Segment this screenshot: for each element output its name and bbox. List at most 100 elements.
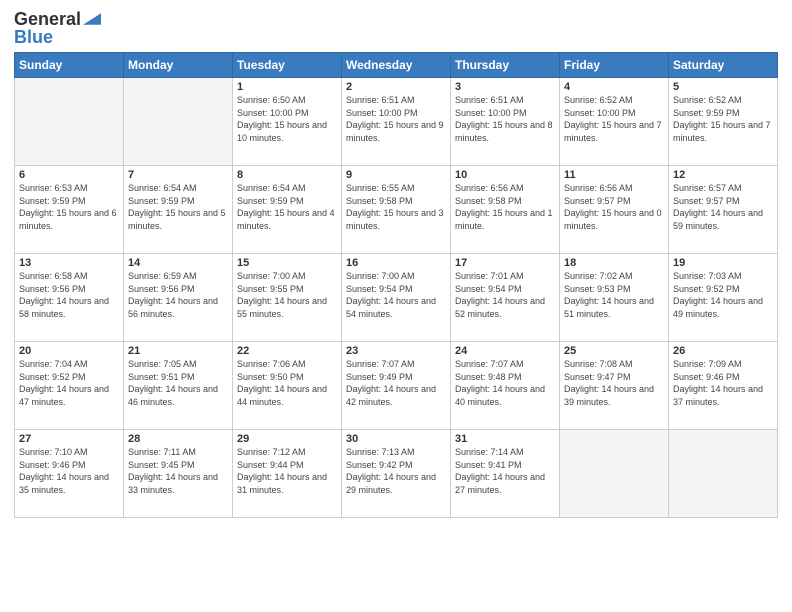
logo-blue-text: Blue	[14, 28, 53, 46]
day-number: 1	[237, 81, 337, 93]
calendar-week-row: 20Sunrise: 7:04 AMSunset: 9:52 PMDayligh…	[15, 342, 778, 430]
calendar-cell: 23Sunrise: 7:07 AMSunset: 9:49 PMDayligh…	[342, 342, 451, 430]
calendar-cell: 20Sunrise: 7:04 AMSunset: 9:52 PMDayligh…	[15, 342, 124, 430]
day-number: 4	[564, 81, 664, 93]
day-number: 21	[128, 345, 228, 357]
day-number: 5	[673, 81, 773, 93]
day-number: 8	[237, 169, 337, 181]
day-number: 28	[128, 433, 228, 445]
day-info: Sunrise: 7:03 AMSunset: 9:52 PMDaylight:…	[673, 270, 773, 320]
day-info: Sunrise: 7:05 AMSunset: 9:51 PMDaylight:…	[128, 358, 228, 408]
calendar-cell: 18Sunrise: 7:02 AMSunset: 9:53 PMDayligh…	[560, 254, 669, 342]
day-info: Sunrise: 6:54 AMSunset: 9:59 PMDaylight:…	[128, 182, 228, 232]
logo-general-text: General	[14, 10, 81, 28]
day-number: 22	[237, 345, 337, 357]
day-number: 7	[128, 169, 228, 181]
day-number: 6	[19, 169, 119, 181]
day-number: 15	[237, 257, 337, 269]
day-number: 13	[19, 257, 119, 269]
day-info: Sunrise: 7:06 AMSunset: 9:50 PMDaylight:…	[237, 358, 337, 408]
day-info: Sunrise: 7:01 AMSunset: 9:54 PMDaylight:…	[455, 270, 555, 320]
day-header: Friday	[560, 53, 669, 78]
day-number: 24	[455, 345, 555, 357]
calendar-cell	[15, 78, 124, 166]
day-info: Sunrise: 7:11 AMSunset: 9:45 PMDaylight:…	[128, 446, 228, 496]
calendar-cell: 2Sunrise: 6:51 AMSunset: 10:00 PMDayligh…	[342, 78, 451, 166]
day-info: Sunrise: 6:59 AMSunset: 9:56 PMDaylight:…	[128, 270, 228, 320]
calendar-cell: 12Sunrise: 6:57 AMSunset: 9:57 PMDayligh…	[669, 166, 778, 254]
day-info: Sunrise: 6:53 AMSunset: 9:59 PMDaylight:…	[19, 182, 119, 232]
calendar-cell: 7Sunrise: 6:54 AMSunset: 9:59 PMDaylight…	[124, 166, 233, 254]
day-number: 30	[346, 433, 446, 445]
day-info: Sunrise: 7:13 AMSunset: 9:42 PMDaylight:…	[346, 446, 446, 496]
day-info: Sunrise: 6:56 AMSunset: 9:58 PMDaylight:…	[455, 182, 555, 232]
calendar-week-row: 27Sunrise: 7:10 AMSunset: 9:46 PMDayligh…	[15, 430, 778, 518]
day-info: Sunrise: 6:51 AMSunset: 10:00 PMDaylight…	[455, 94, 555, 144]
logo: General Blue	[14, 10, 101, 46]
day-info: Sunrise: 6:52 AMSunset: 10:00 PMDaylight…	[564, 94, 664, 144]
logo-icon	[83, 12, 101, 26]
calendar-cell: 15Sunrise: 7:00 AMSunset: 9:55 PMDayligh…	[233, 254, 342, 342]
day-number: 17	[455, 257, 555, 269]
day-info: Sunrise: 6:50 AMSunset: 10:00 PMDaylight…	[237, 94, 337, 144]
day-number: 12	[673, 169, 773, 181]
calendar-cell: 28Sunrise: 7:11 AMSunset: 9:45 PMDayligh…	[124, 430, 233, 518]
calendar-cell: 27Sunrise: 7:10 AMSunset: 9:46 PMDayligh…	[15, 430, 124, 518]
calendar-cell: 5Sunrise: 6:52 AMSunset: 9:59 PMDaylight…	[669, 78, 778, 166]
day-number: 27	[19, 433, 119, 445]
calendar-cell: 16Sunrise: 7:00 AMSunset: 9:54 PMDayligh…	[342, 254, 451, 342]
day-header: Saturday	[669, 53, 778, 78]
day-info: Sunrise: 7:04 AMSunset: 9:52 PMDaylight:…	[19, 358, 119, 408]
calendar-cell: 6Sunrise: 6:53 AMSunset: 9:59 PMDaylight…	[15, 166, 124, 254]
day-number: 14	[128, 257, 228, 269]
day-info: Sunrise: 7:02 AMSunset: 9:53 PMDaylight:…	[564, 270, 664, 320]
day-header: Wednesday	[342, 53, 451, 78]
day-number: 16	[346, 257, 446, 269]
day-info: Sunrise: 7:09 AMSunset: 9:46 PMDaylight:…	[673, 358, 773, 408]
day-info: Sunrise: 6:55 AMSunset: 9:58 PMDaylight:…	[346, 182, 446, 232]
day-header: Tuesday	[233, 53, 342, 78]
calendar-cell: 8Sunrise: 6:54 AMSunset: 9:59 PMDaylight…	[233, 166, 342, 254]
calendar-cell: 22Sunrise: 7:06 AMSunset: 9:50 PMDayligh…	[233, 342, 342, 430]
day-info: Sunrise: 7:07 AMSunset: 9:49 PMDaylight:…	[346, 358, 446, 408]
calendar-cell: 9Sunrise: 6:55 AMSunset: 9:58 PMDaylight…	[342, 166, 451, 254]
calendar-cell: 29Sunrise: 7:12 AMSunset: 9:44 PMDayligh…	[233, 430, 342, 518]
day-number: 26	[673, 345, 773, 357]
calendar-week-row: 6Sunrise: 6:53 AMSunset: 9:59 PMDaylight…	[15, 166, 778, 254]
day-info: Sunrise: 7:07 AMSunset: 9:48 PMDaylight:…	[455, 358, 555, 408]
day-info: Sunrise: 6:57 AMSunset: 9:57 PMDaylight:…	[673, 182, 773, 232]
calendar-cell: 3Sunrise: 6:51 AMSunset: 10:00 PMDayligh…	[451, 78, 560, 166]
day-header: Sunday	[15, 53, 124, 78]
day-number: 18	[564, 257, 664, 269]
header: General Blue	[14, 10, 778, 46]
calendar-cell: 30Sunrise: 7:13 AMSunset: 9:42 PMDayligh…	[342, 430, 451, 518]
calendar-cell: 31Sunrise: 7:14 AMSunset: 9:41 PMDayligh…	[451, 430, 560, 518]
calendar-cell	[124, 78, 233, 166]
day-number: 31	[455, 433, 555, 445]
calendar-table: SundayMondayTuesdayWednesdayThursdayFrid…	[14, 52, 778, 518]
day-info: Sunrise: 6:58 AMSunset: 9:56 PMDaylight:…	[19, 270, 119, 320]
day-number: 10	[455, 169, 555, 181]
day-info: Sunrise: 6:51 AMSunset: 10:00 PMDaylight…	[346, 94, 446, 144]
day-header: Monday	[124, 53, 233, 78]
calendar-cell: 25Sunrise: 7:08 AMSunset: 9:47 PMDayligh…	[560, 342, 669, 430]
calendar-cell: 14Sunrise: 6:59 AMSunset: 9:56 PMDayligh…	[124, 254, 233, 342]
day-number: 19	[673, 257, 773, 269]
calendar-cell: 24Sunrise: 7:07 AMSunset: 9:48 PMDayligh…	[451, 342, 560, 430]
day-info: Sunrise: 7:00 AMSunset: 9:55 PMDaylight:…	[237, 270, 337, 320]
day-info: Sunrise: 7:14 AMSunset: 9:41 PMDaylight:…	[455, 446, 555, 496]
calendar-cell: 17Sunrise: 7:01 AMSunset: 9:54 PMDayligh…	[451, 254, 560, 342]
day-number: 3	[455, 81, 555, 93]
day-number: 11	[564, 169, 664, 181]
calendar-cell: 4Sunrise: 6:52 AMSunset: 10:00 PMDayligh…	[560, 78, 669, 166]
day-info: Sunrise: 7:12 AMSunset: 9:44 PMDaylight:…	[237, 446, 337, 496]
day-info: Sunrise: 7:00 AMSunset: 9:54 PMDaylight:…	[346, 270, 446, 320]
calendar-cell	[669, 430, 778, 518]
day-info: Sunrise: 6:54 AMSunset: 9:59 PMDaylight:…	[237, 182, 337, 232]
day-info: Sunrise: 6:56 AMSunset: 9:57 PMDaylight:…	[564, 182, 664, 232]
days-header-row: SundayMondayTuesdayWednesdayThursdayFrid…	[15, 53, 778, 78]
day-number: 20	[19, 345, 119, 357]
page: General Blue SundayMondayTuesdayWednesda…	[0, 0, 792, 612]
calendar-cell: 10Sunrise: 6:56 AMSunset: 9:58 PMDayligh…	[451, 166, 560, 254]
day-number: 29	[237, 433, 337, 445]
